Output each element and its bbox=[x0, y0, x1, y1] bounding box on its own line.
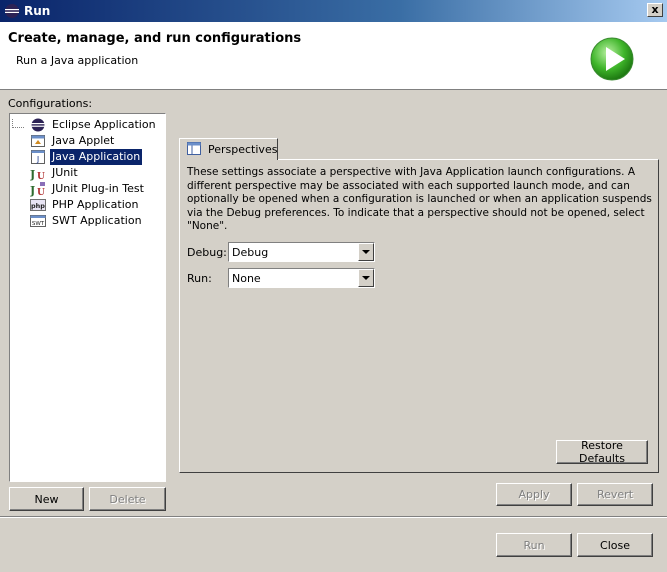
tree-item-label: SWT Application bbox=[52, 214, 142, 227]
perspectives-description: These settings associate a perspective w… bbox=[187, 166, 652, 232]
svg-text:J: J bbox=[36, 155, 39, 164]
svg-text:SWT: SWT bbox=[32, 221, 45, 227]
perspective-icon bbox=[187, 142, 201, 155]
title-bar: Run x bbox=[0, 0, 667, 22]
restore-defaults-button[interactable]: Restore Defaults bbox=[556, 439, 648, 465]
applet-icon bbox=[31, 135, 45, 147]
svg-text:J: J bbox=[30, 168, 35, 181]
junit-plugin-icon: J U bbox=[30, 182, 45, 197]
delete-button[interactable]: Delete bbox=[89, 487, 166, 511]
run-label: Run: bbox=[187, 272, 212, 285]
header-title: Create, manage, and run configurations bbox=[8, 31, 302, 46]
run-select-value: None bbox=[232, 272, 261, 285]
close-window-button[interactable]: x bbox=[647, 3, 663, 17]
java-app-icon: J bbox=[31, 150, 45, 164]
window-title: Run bbox=[24, 4, 51, 18]
run-button[interactable]: Run bbox=[496, 533, 572, 557]
configurations-label: Configurations: bbox=[8, 97, 93, 110]
debug-label: Debug: bbox=[187, 246, 227, 259]
tree-item-label: JUnit bbox=[52, 166, 78, 179]
tab-label: Perspectives bbox=[208, 143, 278, 156]
run-perspective-select[interactable]: None bbox=[228, 268, 375, 288]
swt-icon: SWT bbox=[30, 215, 46, 227]
revert-button[interactable]: Revert bbox=[577, 483, 653, 506]
debug-select-value: Debug bbox=[232, 246, 269, 259]
tree-item-label: Eclipse Application bbox=[52, 118, 156, 131]
eclipse-icon bbox=[31, 118, 45, 132]
header-subtitle: Run a Java application bbox=[16, 54, 139, 67]
svg-text:U: U bbox=[37, 188, 45, 197]
svg-text:php: php bbox=[31, 202, 45, 210]
apply-button[interactable]: Apply bbox=[496, 483, 572, 506]
php-icon: php bbox=[30, 199, 46, 211]
configuration-tree[interactable]: Eclipse Application Java Applet J Java A… bbox=[9, 113, 166, 482]
dialog-header: Create, manage, and run configurations R… bbox=[0, 22, 667, 90]
junit-icon: J U bbox=[30, 168, 45, 181]
tree-connector bbox=[12, 119, 24, 128]
bottom-separator bbox=[0, 516, 667, 518]
tree-item-label: PHP Application bbox=[52, 198, 139, 211]
chevron-down-icon[interactable] bbox=[358, 269, 374, 287]
tab-perspectives[interactable]: Perspectives bbox=[179, 138, 278, 160]
close-icon: x bbox=[651, 3, 659, 16]
tree-item-label: Java Applet bbox=[52, 134, 115, 147]
tree-item-label: JUnit Plug-in Test bbox=[52, 182, 144, 195]
chevron-down-icon[interactable] bbox=[358, 243, 374, 261]
run-play-icon bbox=[590, 37, 634, 81]
tree-item-label: Java Application bbox=[50, 149, 143, 165]
svg-text:J: J bbox=[30, 184, 35, 197]
debug-perspective-select[interactable]: Debug bbox=[228, 242, 375, 262]
eclipse-icon bbox=[5, 4, 19, 18]
new-button[interactable]: New bbox=[9, 487, 84, 511]
close-button[interactable]: Close bbox=[577, 533, 653, 557]
svg-text:U: U bbox=[37, 172, 45, 181]
